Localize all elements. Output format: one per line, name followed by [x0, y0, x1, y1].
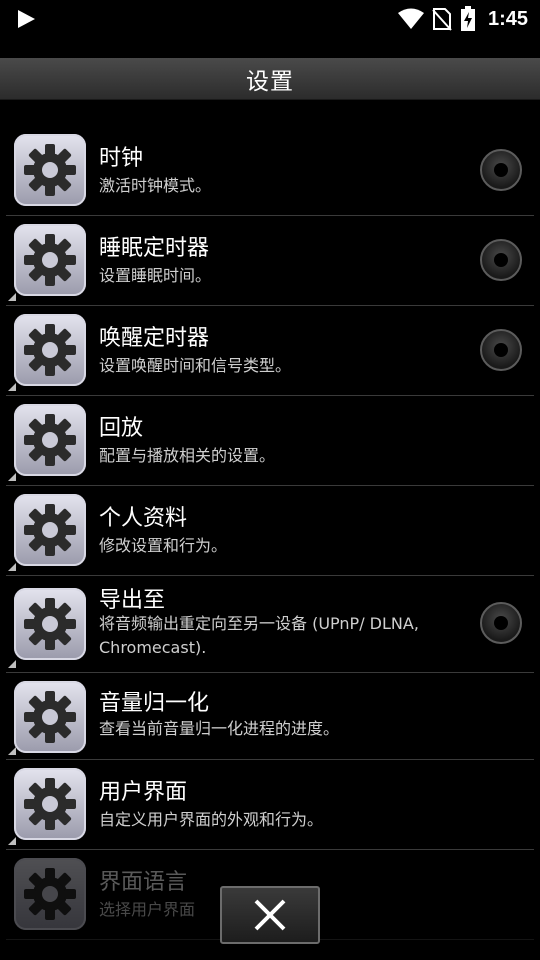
battery-charging-icon	[460, 6, 475, 31]
gear-icon	[14, 858, 86, 930]
setting-description: 自定义用户界面的外观和行为。	[99, 810, 324, 829]
setting-description: 配置与播放相关的设置。	[99, 446, 276, 465]
gear-icon	[14, 768, 86, 840]
setting-row-profile[interactable]: 个人资料 修改设置和行为。	[6, 486, 534, 576]
submenu-indicator-icon	[8, 383, 16, 391]
setting-label: 音量归一化	[99, 691, 210, 716]
gear-icon	[14, 224, 86, 296]
setting-description: 将音频输出重定向至另一设备 (UPnP/ DLNA, Chromecast).	[99, 614, 419, 657]
radio-button[interactable]	[480, 239, 522, 281]
submenu-indicator-icon	[8, 473, 16, 481]
setting-row-wake-timer[interactable]: 唤醒定时器 设置唤醒时间和信号类型。	[6, 306, 534, 396]
setting-label: 时钟	[99, 146, 144, 171]
setting-label: 个人资料	[99, 506, 188, 531]
close-icon	[254, 899, 286, 931]
setting-description: 激活时钟模式。	[99, 176, 212, 195]
setting-description: 修改设置和行为。	[99, 536, 228, 555]
setting-row-volume-normalization[interactable]: 音量归一化 查看当前音量归一化进程的进度。	[6, 673, 534, 760]
submenu-indicator-icon	[8, 747, 16, 755]
setting-row-user-interface[interactable]: 用户界面 自定义用户界面的外观和行为。	[6, 760, 534, 850]
gear-icon	[14, 404, 86, 476]
gear-icon	[14, 314, 86, 386]
gear-icon	[14, 681, 86, 753]
status-icons: 1:45	[397, 6, 528, 32]
title-bar: 设置	[0, 58, 540, 100]
play-icon	[18, 10, 35, 28]
submenu-indicator-icon	[8, 293, 16, 301]
settings-list: 时钟 激活时钟模式。 睡眠定时器 设置睡眠时间。 唤醒定时器 设置唤醒时间和信号…	[6, 126, 534, 940]
gear-icon	[14, 494, 86, 566]
setting-description: 设置睡眠时间。	[99, 266, 212, 285]
setting-label: 界面语言	[99, 870, 188, 895]
setting-row-playback[interactable]: 回放 配置与播放相关的设置。	[6, 396, 534, 486]
setting-row-sleep-timer[interactable]: 睡眠定时器 设置睡眠时间。	[6, 216, 534, 306]
radio-button[interactable]	[480, 329, 522, 371]
setting-row-clock[interactable]: 时钟 激活时钟模式。	[6, 126, 534, 216]
setting-label: 唤醒定时器	[99, 326, 210, 351]
submenu-indicator-icon	[8, 660, 16, 668]
gear-icon	[14, 588, 86, 660]
setting-description: 查看当前音量归一化进程的进度。	[99, 719, 340, 738]
page-title: 设置	[246, 68, 294, 95]
wifi-icon	[397, 8, 424, 29]
clock-time: 1:45	[487, 7, 528, 30]
no-sim-icon	[432, 8, 452, 31]
gear-icon	[14, 134, 86, 206]
submenu-indicator-icon	[8, 837, 16, 845]
submenu-indicator-icon	[8, 563, 16, 571]
setting-label: 睡眠定时器	[99, 236, 210, 261]
setting-label: 用户界面	[99, 780, 188, 805]
radio-button[interactable]	[480, 149, 522, 191]
close-button[interactable]	[220, 886, 320, 944]
status-bar: 1:45	[0, 0, 540, 38]
setting-description: 设置唤醒时间和信号类型。	[99, 356, 292, 375]
setting-label: 导出至	[99, 588, 166, 613]
radio-button[interactable]	[480, 602, 522, 644]
setting-row-output[interactable]: 导出至 将音频输出重定向至另一设备 (UPnP/ DLNA, Chromecas…	[6, 576, 534, 673]
setting-label: 回放	[99, 416, 144, 441]
